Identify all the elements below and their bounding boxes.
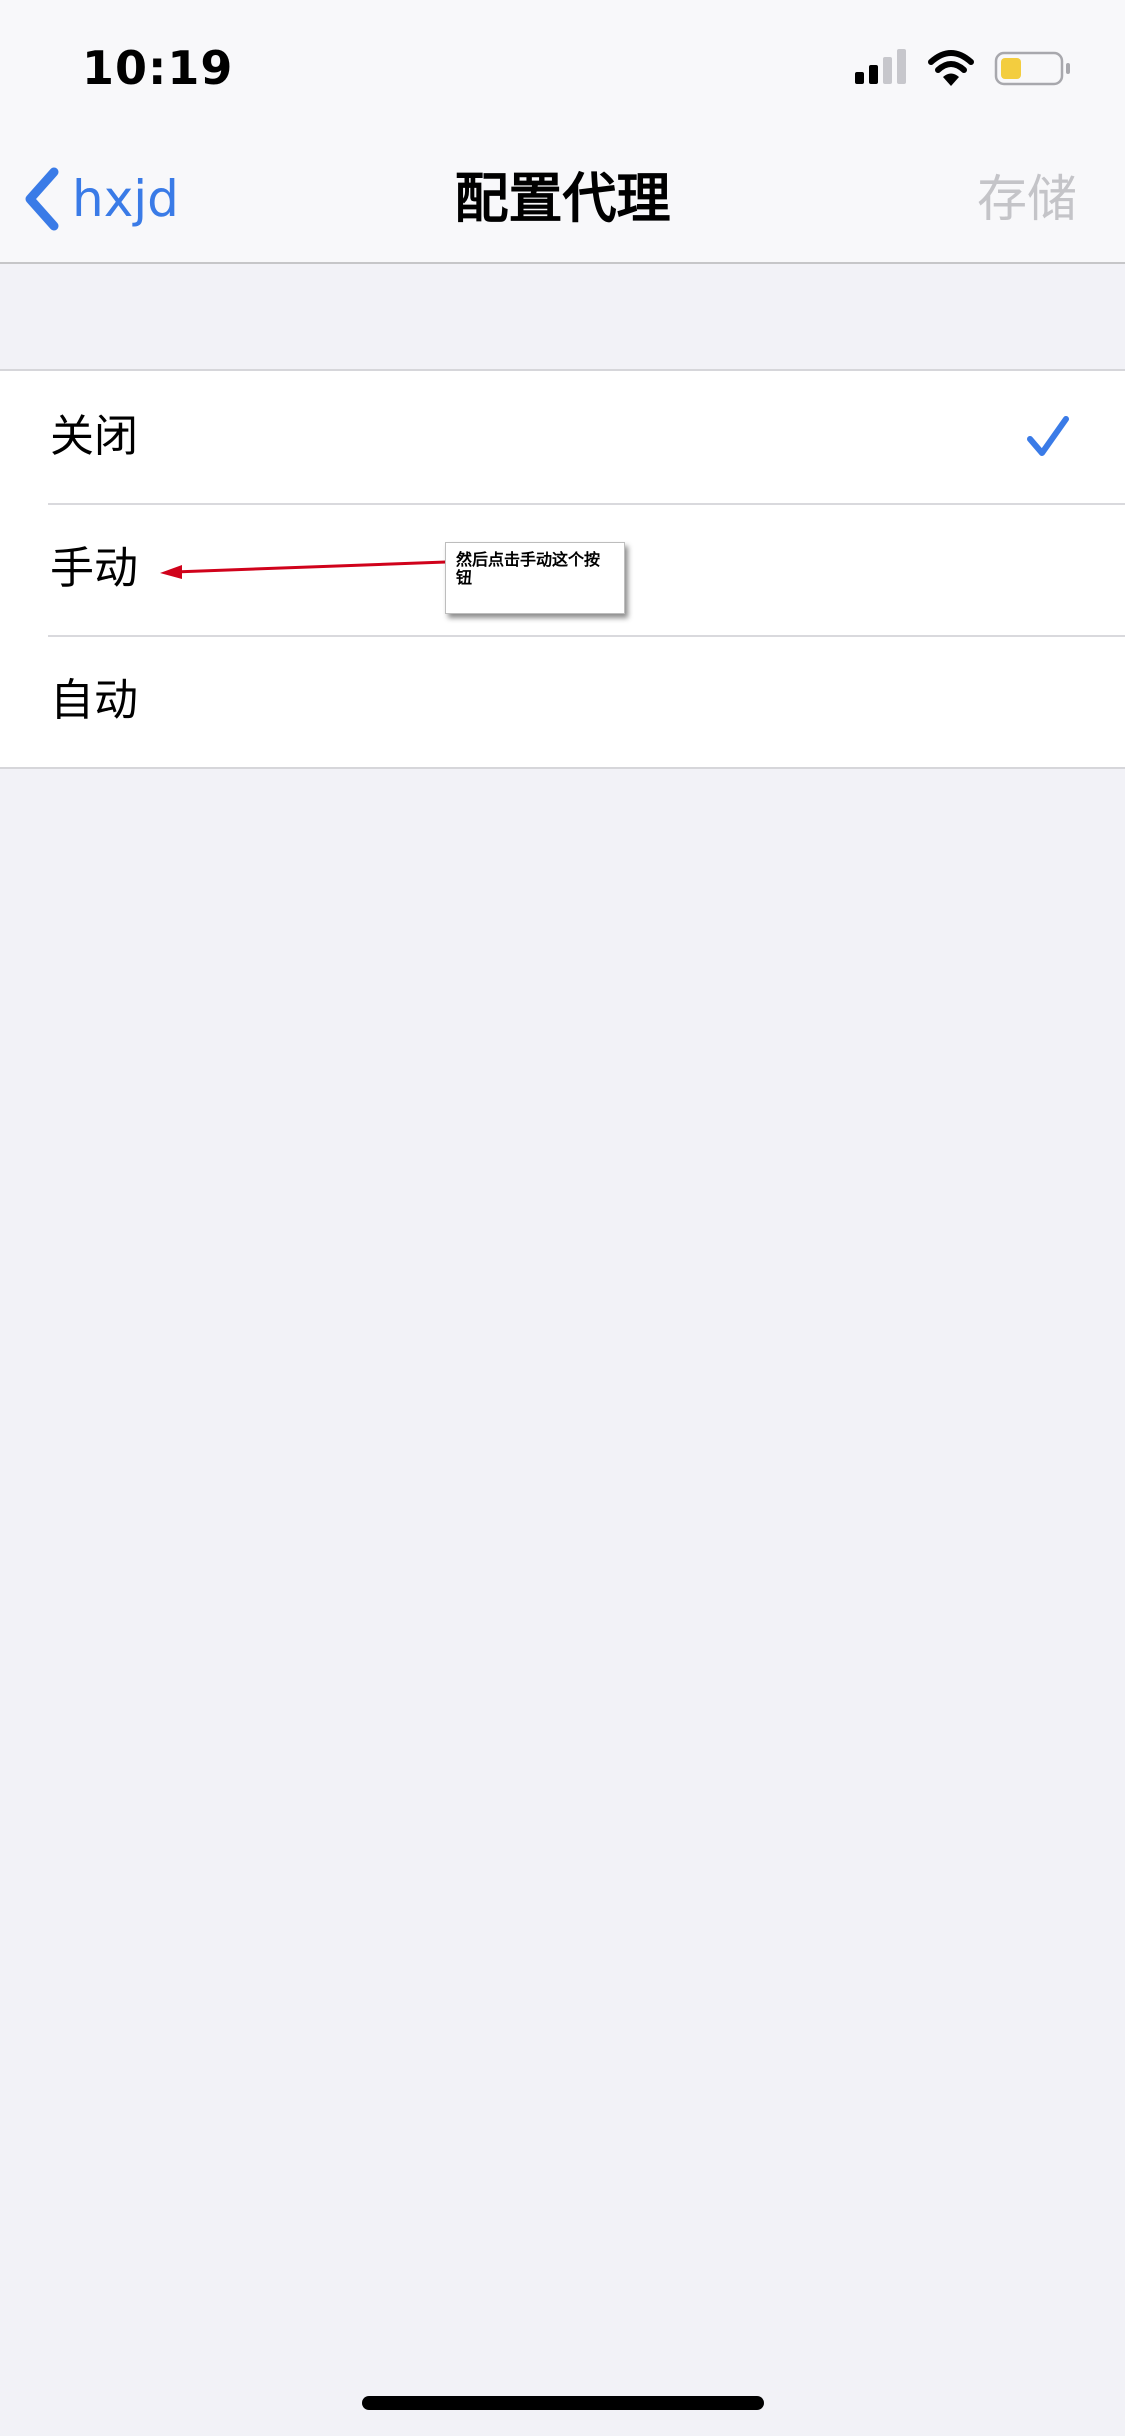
option-off[interactable]: 关闭 <box>0 371 1125 503</box>
wifi-icon <box>928 50 974 86</box>
option-label: 手动 <box>50 543 138 594</box>
battery-icon <box>994 51 1070 86</box>
checkmark-icon <box>1027 416 1069 456</box>
option-label: 自动 <box>50 675 138 726</box>
navigation-bar: hxjd 配置代理 存储 <box>0 132 1125 264</box>
cellular-signal-icon <box>855 49 906 84</box>
option-label: 关闭 <box>50 411 138 462</box>
status-time: 10:19 <box>82 41 234 95</box>
status-icons <box>855 48 1085 88</box>
annotation-arrow-icon <box>160 560 447 579</box>
option-auto[interactable]: 自动 <box>0 635 1125 767</box>
status-bar: 10:19 <box>0 0 1125 132</box>
page-title: 配置代理 <box>454 167 671 230</box>
save-button[interactable]: 存储 <box>977 162 1077 236</box>
home-indicator <box>362 2396 764 2410</box>
annotation-callout: 然后点击手动这个按钮 <box>445 542 625 614</box>
